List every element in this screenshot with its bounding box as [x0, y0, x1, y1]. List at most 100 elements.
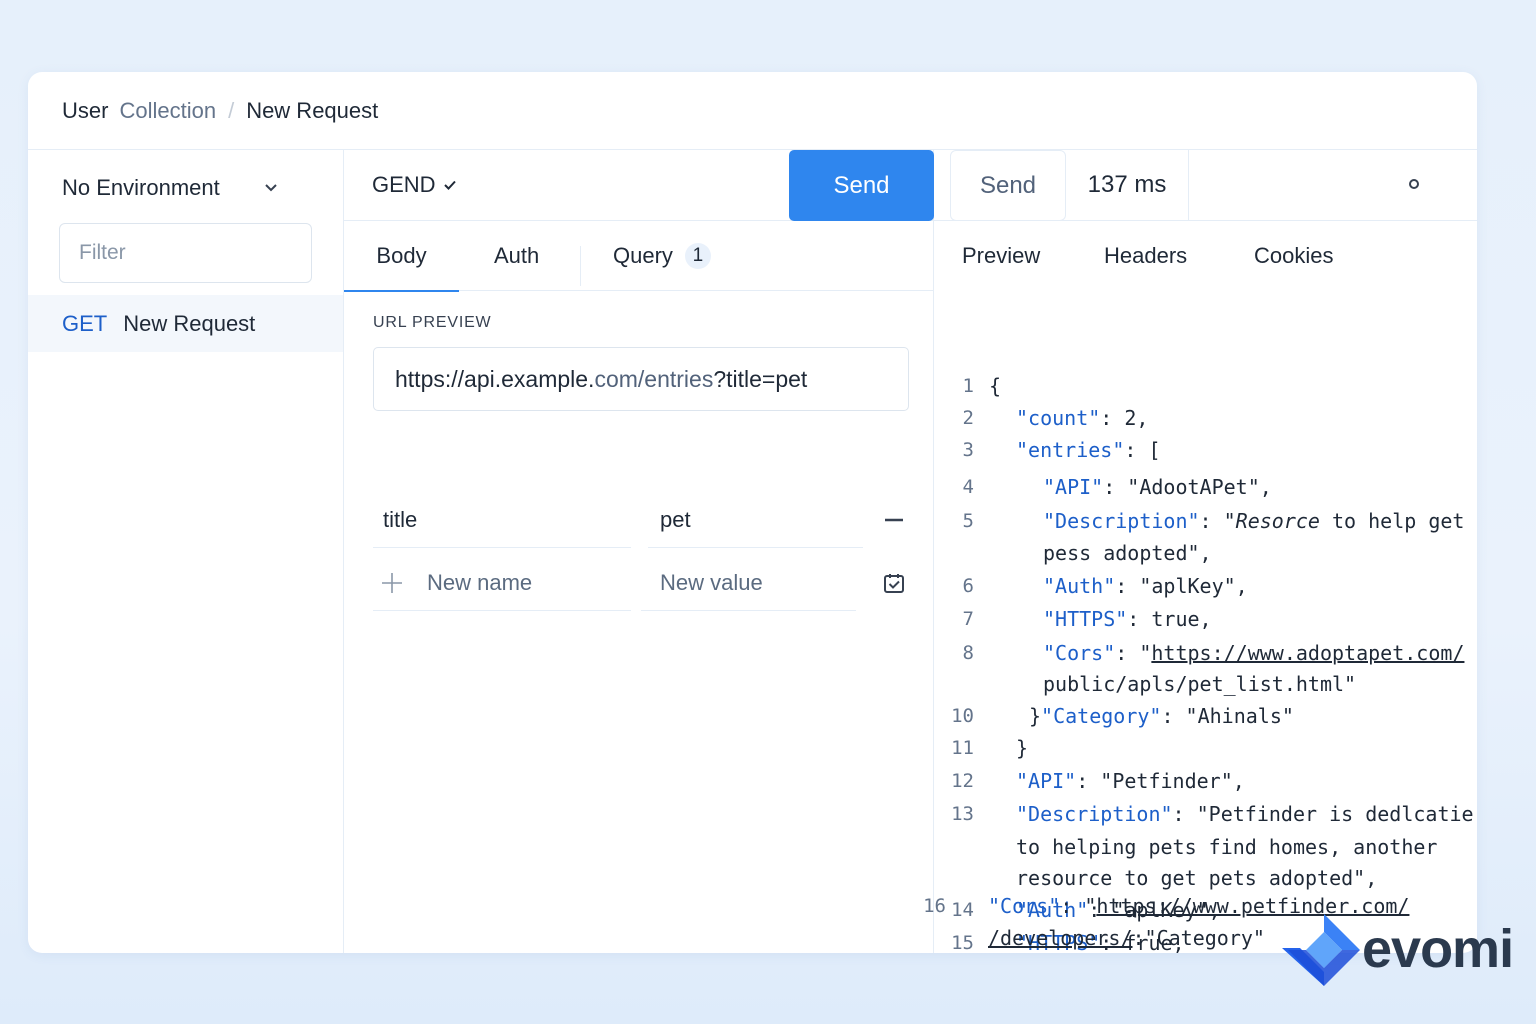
line-number: 5 — [962, 510, 974, 532]
evomi-logo-text: evomi — [1362, 919, 1514, 979]
tab-preview-label: Preview — [962, 243, 1041, 268]
json-value: : " — [1060, 894, 1097, 918]
tab-query[interactable]: Query 1 — [613, 221, 711, 291]
code-line: 3 "entries": [ — [934, 434, 1477, 466]
url-preview-path: com/entries — [594, 365, 714, 392]
response-send-label: Send — [979, 171, 1037, 199]
param-value: pet — [660, 506, 691, 532]
url-preview: https://api.example. com/entries ?title=pe… — [373, 347, 909, 411]
code-line: 2 "count": 2, — [934, 402, 1477, 434]
json-key: "entries" — [1016, 438, 1125, 462]
breadcrumb-collection[interactable]: Collection — [119, 98, 216, 124]
json-value: : 2, — [1100, 406, 1149, 430]
remove-param-icon[interactable] — [883, 492, 905, 548]
request-tabs: Body Auth Query 1 — [344, 221, 934, 292]
request-url-bar: GEND Send — [344, 150, 934, 221]
breadcrumb-separator: / — [228, 97, 235, 123]
code-text: /developers/:"Category" — [988, 922, 1265, 953]
code-line: 8 "Cors": "https://www.adoptapet.com/ — [934, 637, 1477, 669]
new-value-input[interactable] — [660, 569, 856, 596]
app-window: User Collection / New Request No Environ… — [28, 72, 1477, 953]
line-number: 13 — [951, 803, 974, 825]
filter-input[interactable] — [59, 223, 312, 283]
new-param-row — [373, 555, 909, 615]
new-name-input[interactable] — [427, 569, 631, 596]
response-send-button[interactable]: Send — [950, 150, 1066, 221]
response-time: 137 ms — [1066, 150, 1189, 221]
clipboard-check-icon[interactable] — [883, 555, 905, 611]
json-value: to help get — [1319, 509, 1465, 533]
line-number: 4 — [962, 476, 974, 498]
evomi-logo: evomi — [1282, 912, 1514, 992]
line-number: 11 — [951, 737, 974, 759]
json-key: "Cors" — [1043, 641, 1116, 665]
chevron-down-icon — [264, 180, 278, 196]
method-select[interactable]: GEND — [372, 172, 456, 198]
code-line-wrap: pess adopted", — [934, 537, 1477, 569]
tab-headers-label: Headers — [1104, 243, 1188, 268]
json-value: : " — [1199, 509, 1236, 533]
breadcrumb: User Collection / New Request — [28, 72, 1477, 150]
code-text: "Cors": "https://www.adoptapet.com/ — [1043, 637, 1464, 669]
code-line: 13 "Description": "Petfinder is dedlcati… — [934, 798, 1477, 830]
send-button[interactable]: Send — [789, 150, 934, 221]
param-value-cell[interactable]: pet — [648, 492, 863, 548]
code-line-wrap: to helping pets find homes, another — [934, 831, 1477, 863]
tab-cookies-label: Cookies — [1254, 243, 1334, 268]
request-name: New Request — [123, 310, 256, 336]
url-preview-label: URL PREVIEW — [373, 314, 492, 331]
sidebar-item-new-request[interactable]: GET New Request — [28, 295, 343, 352]
param-name-cell[interactable]: title — [373, 492, 631, 548]
tab-cookies[interactable]: Cookies — [1254, 221, 1333, 291]
breadcrumb-current: New Request — [246, 97, 379, 123]
line-number: 7 — [962, 608, 974, 630]
json-key: "API" — [1043, 475, 1104, 499]
response-pane: Send 137 ms Preview Headers Cookies 1 { … — [934, 150, 1477, 953]
request-method: GET — [62, 310, 108, 336]
line-number: 6 — [962, 575, 974, 597]
line-number: 10 — [951, 705, 974, 727]
json-key: "count" — [1016, 406, 1101, 430]
environment-label: No Environment — [62, 175, 220, 200]
tab-auth[interactable]: Auth — [494, 221, 539, 291]
code-line: 1 { — [934, 370, 1477, 402]
tab-divider — [580, 246, 581, 286]
json-value: : "Petfinder", — [1076, 769, 1245, 793]
query-count-badge: 1 — [684, 243, 711, 269]
code-line: 12 "API": "Petfinder", — [934, 765, 1477, 797]
line-number: 16 — [923, 895, 946, 917]
new-name-cell — [373, 555, 631, 611]
code-text: "entries": [ — [1016, 434, 1161, 466]
code-text: "API": "AdootAPet", — [1043, 471, 1272, 503]
environment-select[interactable]: No Environment — [62, 170, 282, 206]
tab-auth-label: Auth — [494, 243, 540, 268]
line-number: 8 — [962, 642, 974, 664]
code-line: 5 "Description": "Resorce to help get — [934, 505, 1477, 537]
breadcrumb-user[interactable]: User — [62, 98, 108, 124]
tab-preview[interactable]: Preview — [962, 221, 1040, 291]
tab-headers[interactable]: Headers — [1104, 221, 1187, 291]
code-text: "Description": "Petfinder is dedlcatie — [1016, 798, 1474, 830]
request-pane: GEND Send Body Auth Query 1 URL PREVIEW … — [344, 150, 934, 953]
json-brace: } — [1029, 704, 1042, 728]
line-number: 1 — [962, 375, 974, 397]
code-line: 6 "Auth": "aplKey", — [934, 570, 1477, 602]
line-number: 12 — [951, 770, 974, 792]
code-text: public/apls/pet_list.html" — [1043, 672, 1357, 696]
json-value: : "AdootAPet", — [1103, 475, 1272, 499]
code-text: } — [1016, 736, 1029, 760]
method-label: GEND — [372, 172, 436, 197]
tab-query-label: Query — [613, 243, 673, 268]
response-code-viewer: 1 { 2 "count": 2, 3 "entries": [ 4 "API"… — [934, 295, 1477, 953]
code-line: 11 } — [934, 732, 1477, 764]
code-text: pess adopted", — [1043, 541, 1212, 565]
json-value: :"Category" — [1132, 926, 1265, 950]
json-link[interactable]: /developers/ — [988, 926, 1133, 950]
json-link[interactable]: https://www.adoptapet.com/ — [1151, 641, 1464, 665]
line-number: 2 — [962, 407, 974, 429]
tab-body-label: Body — [376, 243, 427, 268]
tab-body[interactable]: Body — [344, 221, 459, 292]
url-preview-host: https://api.example. — [395, 365, 595, 392]
new-value-cell — [641, 555, 856, 611]
code-line: 7 "HTTPS": true, — [934, 603, 1477, 635]
